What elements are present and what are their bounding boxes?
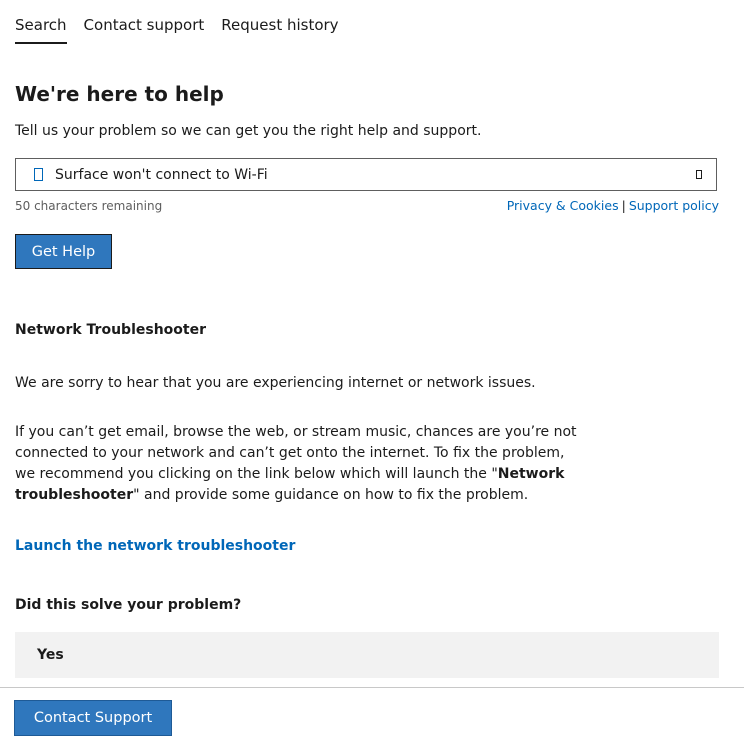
result-description-start: If you can’t get email, browse the web, … <box>15 424 577 482</box>
page-title: We're here to help <box>15 82 224 106</box>
yes-option[interactable]: Yes <box>15 632 719 678</box>
tab-contact-support[interactable]: Contact support <box>84 16 205 44</box>
footer-divider <box>0 687 744 688</box>
launch-troubleshooter-link[interactable]: Launch the network troubleshooter <box>15 538 295 554</box>
characters-remaining: 50 characters remaining <box>15 199 163 213</box>
clear-icon[interactable] <box>696 170 702 179</box>
get-help-button[interactable]: Get Help <box>15 234 112 269</box>
result-intro: We are sorry to hear that you are experi… <box>15 375 536 391</box>
support-policy-link[interactable]: Support policy <box>629 198 719 213</box>
privacy-cookies-link[interactable]: Privacy & Cookies <box>507 198 619 213</box>
result-description: If you can’t get email, browse the web, … <box>15 422 585 506</box>
search-box[interactable] <box>15 158 717 191</box>
contact-support-button[interactable]: Contact Support <box>14 700 172 736</box>
yes-label: Yes <box>37 647 64 663</box>
search-input[interactable] <box>55 166 696 183</box>
page-subtext: Tell us your problem so we can get you t… <box>15 123 482 139</box>
link-separator: | <box>621 198 626 213</box>
policy-links: Privacy & Cookies | Support policy <box>507 198 719 213</box>
tab-search[interactable]: Search <box>15 16 67 44</box>
support-page: Search Contact support Request history W… <box>0 0 744 746</box>
nav-tabs: Search Contact support Request history <box>15 16 356 44</box>
tab-request-history[interactable]: Request history <box>221 16 338 44</box>
result-title: Network Troubleshooter <box>15 322 206 338</box>
feedback-question: Did this solve your problem? <box>15 597 242 613</box>
document-icon <box>34 168 43 181</box>
result-description-end: " and provide some guidance on how to fi… <box>133 487 529 503</box>
